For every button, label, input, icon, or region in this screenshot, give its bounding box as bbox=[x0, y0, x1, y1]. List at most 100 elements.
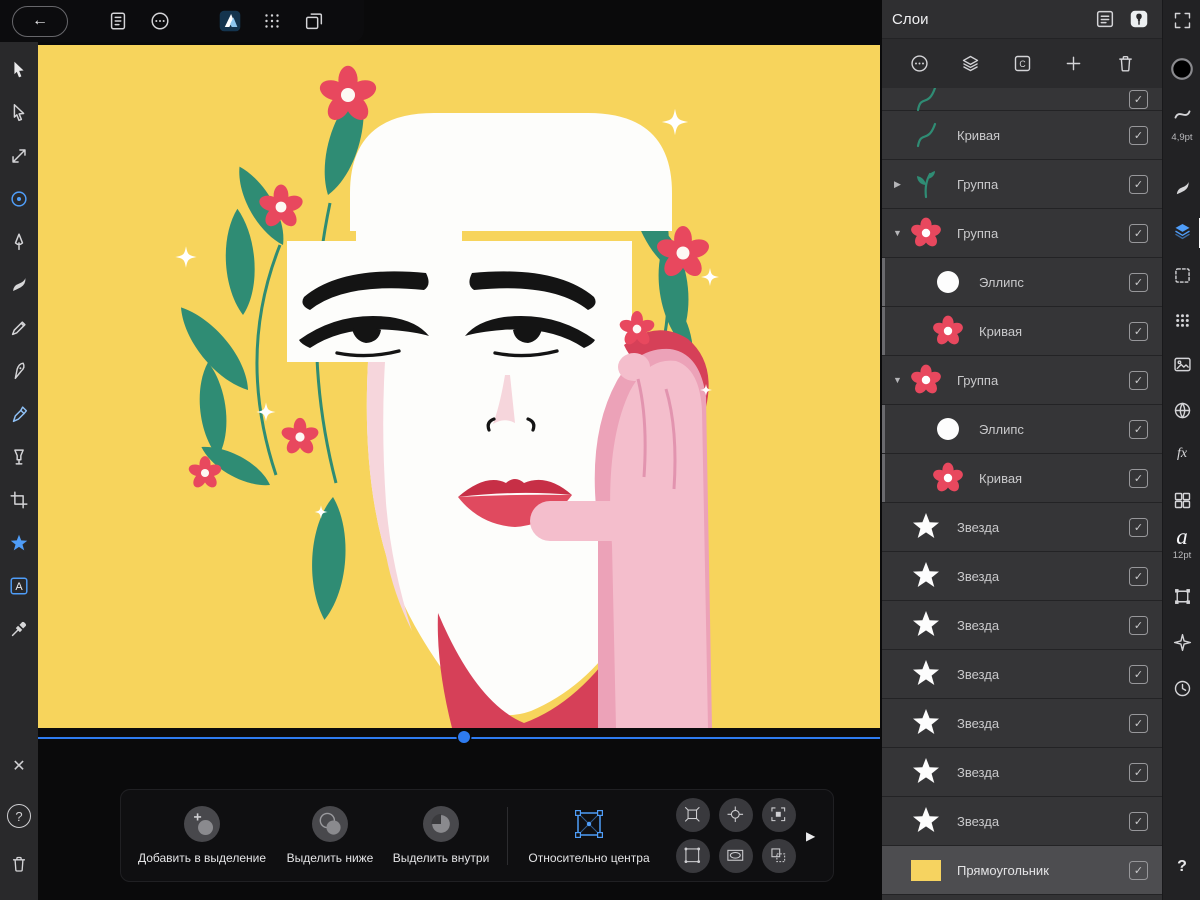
eyedropper-tool[interactable] bbox=[7, 617, 31, 641]
layers-panel-icon[interactable] bbox=[1163, 218, 1200, 248]
stroke-style-icon[interactable]: 4,9pt bbox=[1163, 104, 1200, 143]
vector-brush-tool[interactable] bbox=[7, 273, 31, 297]
more-options-icon[interactable] bbox=[146, 7, 174, 35]
layer-visibility-checkbox[interactable]: ✓ bbox=[1129, 223, 1148, 243]
layer-visibility-checkbox[interactable]: ✓ bbox=[1129, 419, 1148, 439]
layer-row[interactable]: Кривая ✓ bbox=[882, 111, 1162, 160]
layer-visibility-checkbox[interactable]: ✓ bbox=[1129, 468, 1148, 488]
layer-visibility-checkbox[interactable]: ✓ bbox=[1129, 566, 1148, 586]
layer-thumbnail-star bbox=[905, 804, 947, 838]
context-more-arrow[interactable]: ▶ bbox=[806, 829, 815, 843]
pin-icon[interactable] bbox=[1126, 6, 1152, 32]
delete-layer-icon[interactable] bbox=[1112, 51, 1138, 77]
expand-panel-icon[interactable] bbox=[1163, 10, 1200, 36]
globe-panel-icon[interactable] bbox=[1163, 400, 1200, 426]
layer-row[interactable]: Звезда ✓ bbox=[882, 503, 1162, 552]
star-shape-tool[interactable] bbox=[7, 531, 31, 555]
corner-dots-icon[interactable] bbox=[676, 839, 710, 873]
brush-panel-icon[interactable] bbox=[1163, 178, 1200, 204]
text-tool[interactable]: A bbox=[7, 574, 31, 598]
layer-visibility-checkbox[interactable]: ✓ bbox=[1129, 811, 1148, 831]
help-button[interactable]: ? bbox=[0, 804, 38, 828]
ellipse-frame-icon[interactable] bbox=[719, 839, 753, 873]
list-options-icon[interactable] bbox=[1092, 6, 1118, 32]
layer-visibility-checkbox[interactable]: ✓ bbox=[1129, 321, 1148, 341]
point-tool[interactable] bbox=[7, 187, 31, 211]
layer-visibility-checkbox[interactable]: ✓ bbox=[1129, 664, 1148, 684]
fountain-pen-tool[interactable] bbox=[7, 359, 31, 383]
image-panel-icon[interactable] bbox=[1163, 354, 1200, 380]
fx-panel-icon[interactable]: fx bbox=[1163, 446, 1200, 462]
layer-row[interactable]: Звезда ✓ bbox=[882, 748, 1162, 797]
swatches-panel-icon[interactable] bbox=[1163, 490, 1200, 516]
layer-row[interactable]: Кривая ✓ bbox=[882, 454, 1162, 503]
color-grid-icon[interactable] bbox=[1163, 310, 1200, 336]
history-panel-icon[interactable] bbox=[1163, 678, 1200, 704]
snapping-panel-icon[interactable] bbox=[1163, 632, 1200, 658]
duplicate-icon[interactable] bbox=[300, 7, 328, 35]
crop-tool[interactable] bbox=[7, 488, 31, 512]
layer-visibility-checkbox[interactable]: ✓ bbox=[1129, 615, 1148, 635]
layer-row[interactable]: Прямоугольник ✓ bbox=[882, 846, 1162, 895]
layer-row[interactable]: Звезда ✓ bbox=[882, 650, 1162, 699]
layer-row[interactable]: ▶ Группа ✓ bbox=[882, 160, 1162, 209]
layer-row[interactable]: Эллипс ✓ bbox=[882, 405, 1162, 454]
back-button[interactable]: ← bbox=[12, 5, 68, 37]
context-button-select-inside[interactable]: Выделить внутри bbox=[383, 806, 499, 865]
layer-row[interactable]: Кривая ✓ bbox=[882, 307, 1162, 356]
layer-thumbnail-flower bbox=[927, 314, 969, 348]
layer-row[interactable]: ▼ Группа ✓ bbox=[882, 356, 1162, 405]
marker-tool[interactable] bbox=[7, 402, 31, 426]
corner-handles-icon[interactable] bbox=[762, 798, 796, 832]
stroke-style-icon-svg bbox=[1172, 104, 1193, 130]
layer-row[interactable]: Эллипс ✓ bbox=[882, 258, 1162, 307]
layer-visibility-checkbox[interactable]: ✓ bbox=[1129, 370, 1148, 390]
fill-tool[interactable] bbox=[7, 445, 31, 469]
layer-visibility-checkbox[interactable]: ✓ bbox=[1129, 713, 1148, 733]
transform-panel-icon[interactable] bbox=[1163, 586, 1200, 612]
layers-stack-icon[interactable] bbox=[958, 51, 984, 77]
artwork-canvas[interactable] bbox=[38, 45, 880, 728]
disclosure-collapsed-icon[interactable]: ▶ bbox=[890, 179, 905, 190]
context-button-transform-origin[interactable]: Относительно центра bbox=[516, 806, 662, 865]
selection-handle[interactable] bbox=[458, 731, 470, 743]
affinity-designer-logo[interactable] bbox=[216, 7, 244, 35]
move-tool[interactable] bbox=[7, 58, 31, 82]
close-button[interactable]: ✕ bbox=[0, 756, 38, 776]
node-tool[interactable] bbox=[7, 101, 31, 125]
layer-visibility-checkbox[interactable]: ✓ bbox=[1129, 89, 1148, 109]
context-button-select-below[interactable]: Выделить ниже bbox=[277, 806, 383, 865]
help-button-right[interactable]: ? bbox=[1163, 858, 1200, 876]
pencil-tool[interactable] bbox=[7, 316, 31, 340]
layer-row[interactable]: ✓ bbox=[882, 88, 1162, 112]
clip-icon[interactable]: C bbox=[1009, 51, 1035, 77]
layer-visibility-checkbox[interactable]: ✓ bbox=[1129, 125, 1148, 145]
layer-row[interactable]: Звезда ✓ bbox=[882, 699, 1162, 748]
transform-tool[interactable] bbox=[7, 144, 31, 168]
disclosure-expanded-icon[interactable]: ▼ bbox=[890, 375, 905, 385]
scale-handles-icon[interactable] bbox=[676, 798, 710, 832]
layer-visibility-checkbox[interactable]: ✓ bbox=[1129, 762, 1148, 782]
layer-thumbnail-rect bbox=[905, 853, 947, 887]
stroke-color-well[interactable] bbox=[1163, 56, 1200, 87]
layer-visibility-checkbox[interactable]: ✓ bbox=[1129, 174, 1148, 194]
grid-dots-icon[interactable] bbox=[258, 7, 286, 35]
add-layer-icon[interactable] bbox=[1061, 51, 1087, 77]
disclosure-expanded-icon[interactable]: ▼ bbox=[890, 228, 905, 238]
layer-visibility-checkbox[interactable]: ✓ bbox=[1129, 272, 1148, 292]
crosshair-icon[interactable] bbox=[719, 798, 753, 832]
pen-tool[interactable] bbox=[7, 230, 31, 254]
layer-row[interactable]: Звезда ✓ bbox=[882, 601, 1162, 650]
selection-panel-icon[interactable] bbox=[1163, 265, 1200, 291]
context-button-add-to-selection[interactable]: Добавить в выделение bbox=[127, 806, 277, 865]
typography-panel-icon[interactable]: a 12pt bbox=[1163, 525, 1200, 561]
layer-row[interactable]: ▼ Группа ✓ bbox=[882, 209, 1162, 258]
document-icon[interactable] bbox=[104, 7, 132, 35]
layer-visibility-checkbox[interactable]: ✓ bbox=[1129, 860, 1148, 880]
layer-row[interactable]: Звезда ✓ bbox=[882, 797, 1162, 846]
layer-visibility-checkbox[interactable]: ✓ bbox=[1129, 517, 1148, 537]
layer-row[interactable]: Звезда ✓ bbox=[882, 552, 1162, 601]
delete-button[interactable] bbox=[0, 854, 38, 879]
duplicate-frame-icon[interactable] bbox=[762, 839, 796, 873]
more-circle-icon[interactable] bbox=[906, 51, 932, 77]
